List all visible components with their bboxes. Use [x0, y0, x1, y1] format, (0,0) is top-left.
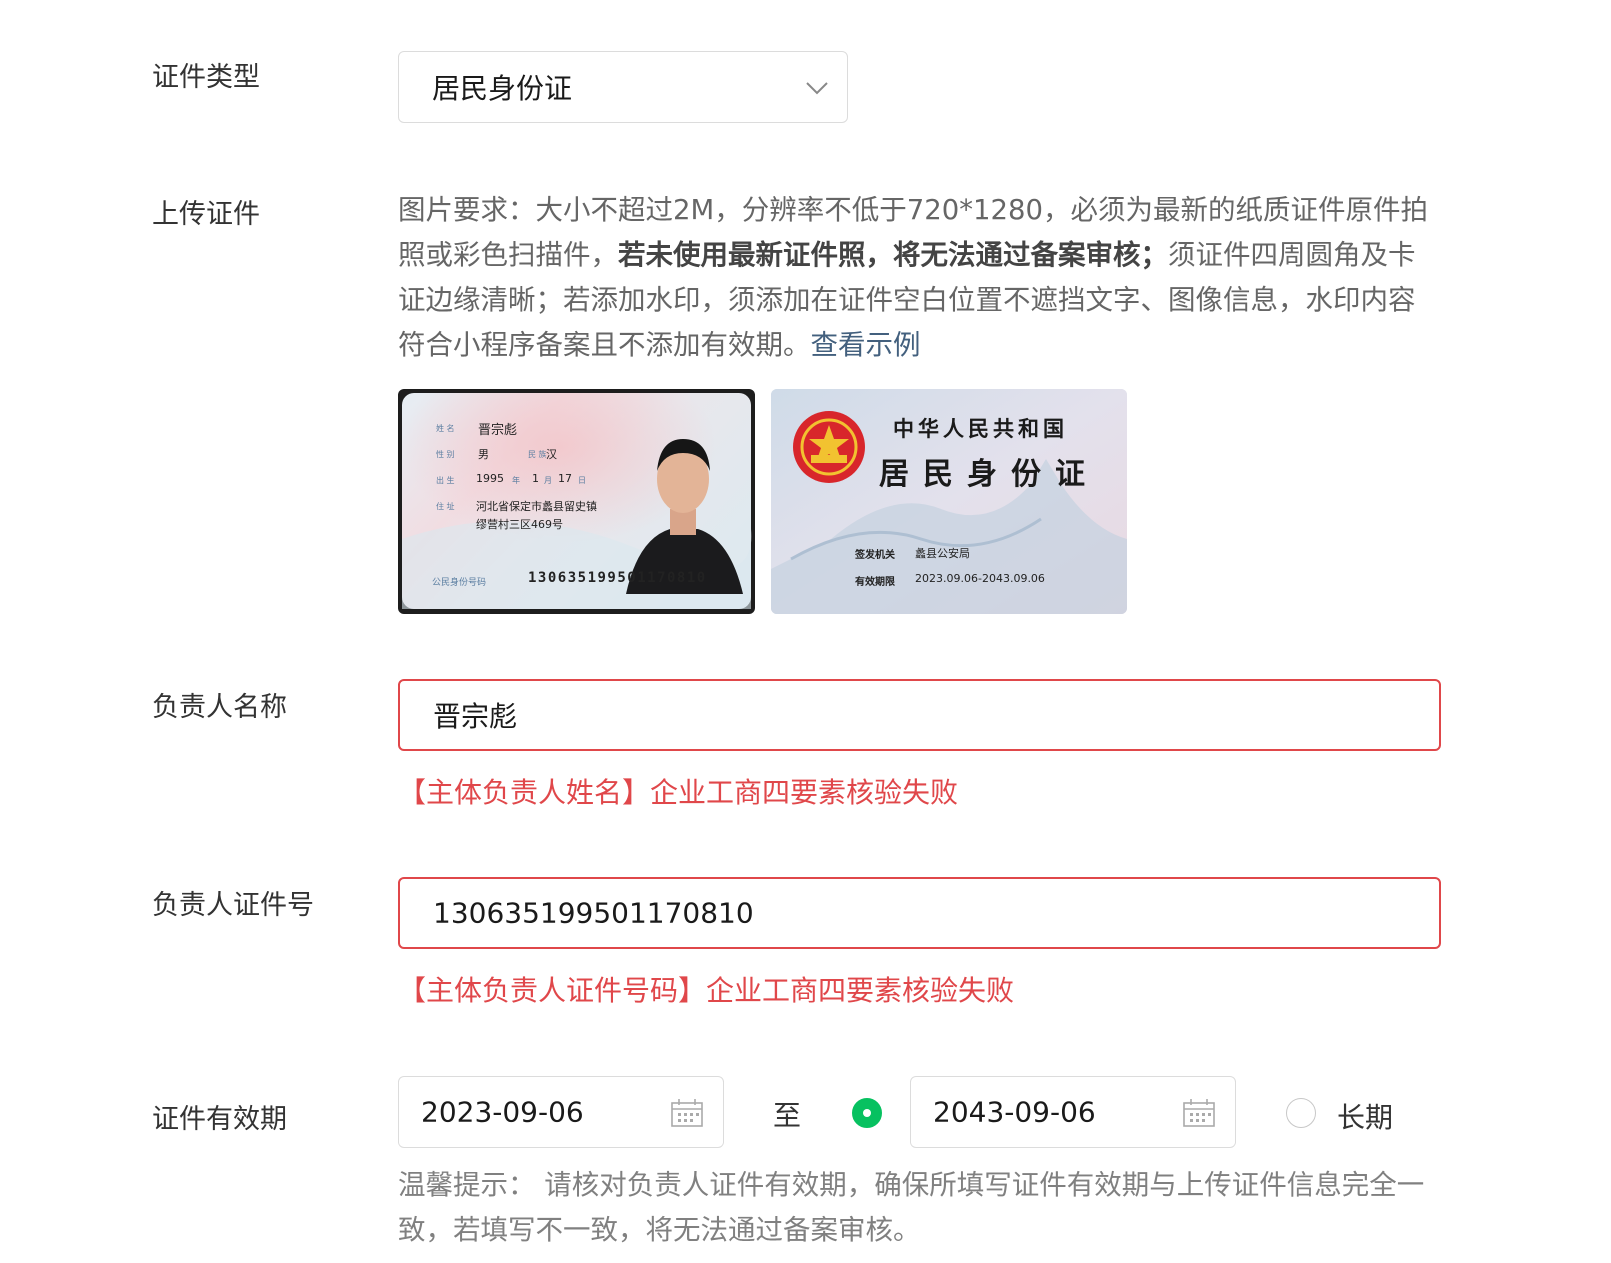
back-validity-label: 有效期限 [855, 577, 895, 588]
front-birth-month: 1 [532, 472, 539, 485]
cert-type-select[interactable]: 居民身份证 [398, 51, 848, 123]
back-authority: 蠡县公安局 [915, 547, 970, 560]
owner-name-error: 【主体负责人姓名】企业工商四要素核验失败 [398, 776, 959, 809]
front-sex-label: 性 别 [436, 450, 455, 459]
front-address-line1: 河北省保定市蠡县留史镇 [476, 500, 597, 513]
id-card-front-image[interactable]: 姓 名 晋宗彪 性 别 男 民 族 汉 出 生 1995 年 1 月 17 日 … [398, 389, 755, 614]
back-title: 居民身份证 [879, 457, 1099, 492]
front-address-line2: 缪营村三区469号 [476, 518, 563, 531]
front-day-label: 日 [578, 476, 586, 485]
owner-id-label: 负责人证件号 [152, 890, 314, 921]
owner-id-input[interactable]: 130635199501170810 [398, 877, 1441, 949]
cert-type-label: 证件类型 [152, 62, 260, 93]
front-birth-day: 17 [558, 472, 572, 485]
view-example-link[interactable]: 查看示例 [811, 329, 921, 361]
front-id-label: 公民身份号码 [432, 578, 487, 588]
upload-requirements: 图片要求：大小不超过2M，分辨率不低于720*1280，必须为最新的纸质证件原件… [398, 194, 1428, 361]
calendar-icon [671, 1099, 703, 1127]
front-month-label: 月 [544, 476, 552, 485]
front-year-label: 年 [512, 476, 520, 485]
owner-name-input[interactable]: 晋宗彪 [398, 679, 1441, 751]
cert-type-value: 居民身份证 [432, 72, 573, 105]
owner-name-label: 负责人名称 [152, 692, 287, 723]
front-nation-label: 民 族 [528, 450, 547, 459]
front-name-label: 姓 名 [436, 424, 455, 433]
national-emblem [793, 411, 865, 483]
front-nation: 汉 [546, 448, 557, 461]
front-sex: 男 [478, 448, 489, 461]
chevron-down-icon [806, 82, 828, 95]
back-country: 中华人民共和国 [893, 416, 1068, 441]
front-birth-label: 出 生 [436, 476, 455, 485]
calendar-icon [1183, 1099, 1215, 1127]
back-validity: 2023.09.06-2043.09.06 [915, 572, 1045, 585]
owner-name-value: 晋宗彪 [433, 700, 518, 733]
owner-id-error: 【主体负责人证件号码】企业工商四要素核验失败 [398, 974, 1015, 1007]
end-date-picker[interactable]: 2043-09-06 [910, 1076, 1236, 1148]
validity-tip: 温馨提示： 请核对负责人证件有效期，确保所填写证件有效期与上传证件信息完全一致，… [398, 1169, 1425, 1246]
long-term-label[interactable]: 长期 [1337, 1096, 1393, 1136]
requirements-warning: 若未使用最新证件照，将无法通过备案审核； [618, 239, 1168, 271]
front-id-number: 130635199501170810 [528, 570, 707, 586]
long-term-radio[interactable] [1286, 1098, 1316, 1128]
upload-label: 上传证件 [152, 199, 260, 230]
date-range-separator: 至 [773, 1099, 802, 1132]
fixed-term-radio[interactable] [852, 1098, 882, 1128]
front-name: 晋宗彪 [478, 423, 518, 438]
front-birth-year: 1995 [476, 472, 504, 485]
back-authority-label: 签发机关 [855, 550, 895, 561]
validity-label: 证件有效期 [152, 1104, 287, 1135]
id-card-back-image[interactable]: 中华人民共和国 居民身份证 签发机关 蠡县公安局 有效期限 2023.09.06… [771, 389, 1127, 614]
owner-id-value: 130635199501170810 [433, 896, 754, 930]
start-date-picker[interactable]: 2023-09-06 [398, 1076, 724, 1148]
start-date-value: 2023-09-06 [421, 1095, 584, 1129]
front-address-label: 住 址 [436, 502, 455, 511]
end-date-value: 2043-09-06 [933, 1095, 1096, 1129]
